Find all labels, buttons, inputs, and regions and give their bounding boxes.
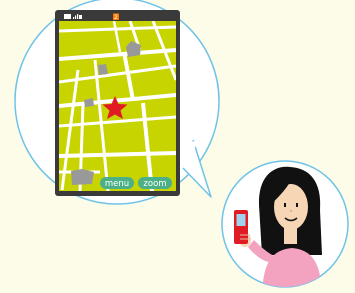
svg-text:2: 2 (114, 14, 118, 21)
phone: 2 menu zoom (55, 10, 180, 196)
menu-button-label: menu (105, 179, 129, 189)
battery-icon (64, 14, 71, 19)
zoom-button-label: zoom (143, 179, 166, 189)
map (59, 21, 176, 191)
status-bar: 2 (59, 12, 176, 21)
menu-button[interactable]: menu (100, 177, 134, 189)
woman-holding-phone-icon (221, 160, 349, 288)
illustration: 2 menu zoom (14, 0, 349, 288)
zoom-button[interactable]: zoom (138, 177, 172, 189)
